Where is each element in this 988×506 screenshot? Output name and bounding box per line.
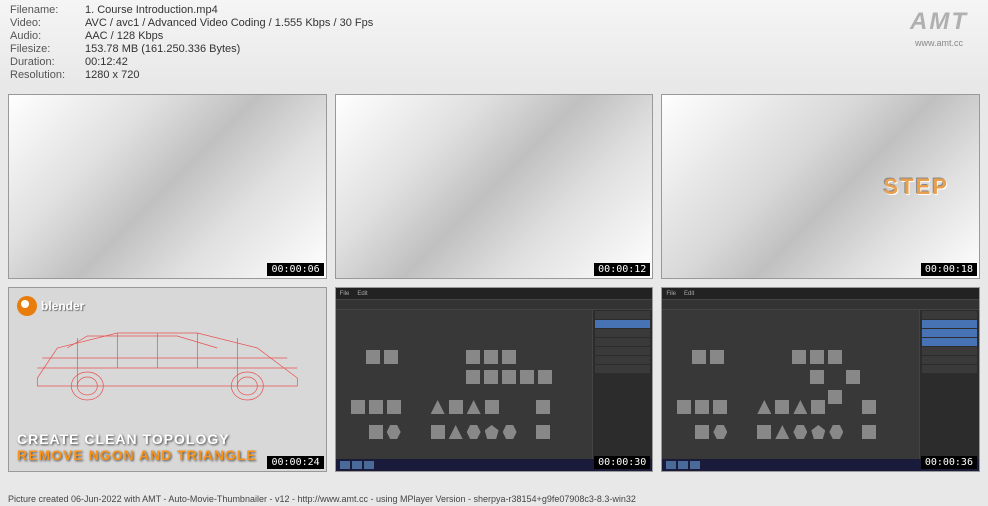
thumbnail-1: 00:00:06 (8, 94, 327, 279)
sidebar-item (922, 347, 977, 355)
duration-value: 00:12:42 (85, 56, 128, 68)
taskbar-icon (352, 461, 362, 469)
car-title-1: CREATE CLEAN TOPOLOGY (17, 431, 318, 447)
taskbar-icon (666, 461, 676, 469)
sidebar-item (595, 356, 650, 364)
thumbnail-4: blender (8, 287, 327, 472)
blender-viewport (336, 310, 593, 459)
logo-url: www.amt.cc (910, 38, 968, 48)
sidebar-item (595, 347, 650, 355)
car-wireframe (14, 308, 321, 408)
sidebar-item (922, 320, 977, 328)
menu-item: File (666, 291, 676, 297)
sidebar-item (595, 320, 650, 328)
menu-item: File (340, 291, 350, 297)
blender-toolbar (336, 300, 653, 310)
timestamp-1: 00:00:06 (267, 263, 323, 276)
footer-credit: Picture created 06-Jun-2022 with AMT - A… (0, 492, 988, 506)
sidebar-item (595, 365, 650, 373)
sidebar-item (922, 329, 977, 337)
step-overlay: STEP (884, 174, 949, 200)
blender-sidebar (919, 310, 979, 459)
timestamp-5: 00:00:30 (594, 456, 650, 469)
blender-toolbar (662, 300, 979, 310)
thumbnail-6: File Edit (661, 287, 980, 472)
amt-logo: AMT www.amt.cc (910, 8, 968, 48)
timestamp-2: 00:00:12 (594, 263, 650, 276)
thumbnail-5: File Edit (335, 287, 654, 472)
metadata-header: Filename: 1. Course Introduction.mp4 Vid… (0, 0, 988, 86)
resolution-value: 1280 x 720 (85, 69, 139, 81)
video-label: Video: (10, 17, 85, 29)
duration-label: Duration: (10, 56, 85, 68)
video-value: AVC / avc1 / Advanced Video Coding / 1.5… (85, 17, 373, 29)
taskbar-icon (364, 461, 374, 469)
filename-label: Filename: (10, 4, 85, 16)
blender-viewport (662, 310, 919, 459)
taskbar-icon (340, 461, 350, 469)
resolution-label: Resolution: (10, 69, 85, 81)
sidebar-item (922, 356, 977, 364)
sidebar-item (595, 338, 650, 346)
thumbnail-2: 00:00:12 (335, 94, 654, 279)
sidebar-item (922, 311, 977, 319)
taskbar-icon (678, 461, 688, 469)
timestamp-6: 00:00:36 (921, 456, 977, 469)
taskbar-icon (690, 461, 700, 469)
menu-item: Edit (684, 291, 694, 297)
sidebar-item (922, 338, 977, 346)
sidebar-item (922, 365, 977, 373)
logo-text: AMT (910, 8, 968, 36)
filename-value: 1. Course Introduction.mp4 (85, 4, 218, 16)
car-title-2: REMOVE NGON AND TRIANGLE (17, 447, 318, 463)
audio-value: AAC / 128 Kbps (85, 30, 163, 42)
menu-item: Edit (357, 291, 367, 297)
audio-label: Audio: (10, 30, 85, 42)
sidebar-item (595, 329, 650, 337)
filesize-value: 153.78 MB (161.250.336 Bytes) (85, 43, 240, 55)
timestamp-3: 00:00:18 (921, 263, 977, 276)
filesize-label: Filesize: (10, 43, 85, 55)
thumbnail-3: STEP 00:00:18 (661, 94, 980, 279)
thumbnail-grid: 00:00:06 00:00:12 STEP 00:00:18 blender (0, 86, 988, 480)
blender-menubar: File Edit (662, 288, 979, 300)
blender-menubar: File Edit (336, 288, 653, 300)
blender-sidebar (592, 310, 652, 459)
sidebar-item (595, 311, 650, 319)
